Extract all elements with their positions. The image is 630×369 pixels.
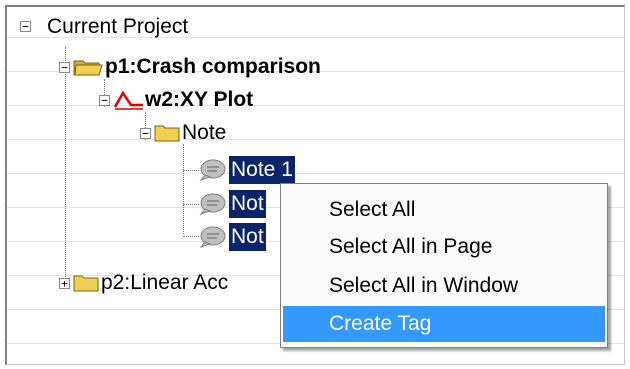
collapse-icon[interactable]: − bbox=[20, 21, 31, 32]
open-folder-icon bbox=[73, 60, 103, 76]
tree-node-note1[interactable]: Note 1 bbox=[197, 155, 296, 185]
folder-icon bbox=[73, 275, 99, 292]
tree-node-page2[interactable]: + p2:Linear Acc bbox=[59, 269, 228, 297]
tree-window-label: w2:XY Plot bbox=[145, 88, 254, 111]
tree-connector bbox=[65, 47, 66, 287]
note-bubble-icon bbox=[199, 159, 226, 181]
expand-icon[interactable]: + bbox=[59, 278, 70, 289]
tree-node-window[interactable]: − w2:XY Plot bbox=[99, 86, 253, 114]
collapse-icon[interactable]: − bbox=[59, 62, 70, 73]
tree-root-label: Current Project bbox=[47, 15, 189, 38]
tree-node-note2[interactable]: Not bbox=[197, 189, 267, 219]
tree-note3-label: Not bbox=[228, 222, 267, 252]
note-bubble-icon bbox=[199, 226, 226, 248]
folder-icon bbox=[154, 125, 180, 142]
tree-connector bbox=[183, 144, 184, 234]
tree-page1-label: p1:Crash comparison bbox=[105, 55, 321, 78]
tree-node-root[interactable]: − Current Project bbox=[17, 13, 188, 41]
tree-page2-label: p2:Linear Acc bbox=[101, 271, 229, 294]
menu-item-select-all[interactable]: Select All bbox=[283, 192, 605, 228]
tree-node-note-folder[interactable]: − Note bbox=[140, 119, 226, 147]
tree-node-page1[interactable]: − p1:Crash comparison bbox=[59, 53, 321, 81]
menu-item-create-tag[interactable]: Create Tag bbox=[283, 306, 605, 342]
tree-note-folder-label: Note bbox=[182, 121, 227, 144]
xy-plot-icon bbox=[113, 90, 143, 110]
tree-note2-label: Not bbox=[228, 189, 267, 219]
tree-note1-label: Note 1 bbox=[228, 155, 296, 185]
note-bubble-icon bbox=[199, 193, 226, 215]
context-menu: Select All Select All in Page Select All… bbox=[280, 183, 608, 348]
collapse-icon[interactable]: − bbox=[140, 128, 151, 139]
tree-node-note3[interactable]: Not bbox=[197, 222, 267, 252]
collapse-icon[interactable]: − bbox=[99, 95, 110, 106]
menu-item-select-all-in-page[interactable]: Select All in Page bbox=[283, 229, 605, 265]
menu-item-select-all-in-window[interactable]: Select All in Window bbox=[283, 268, 605, 304]
